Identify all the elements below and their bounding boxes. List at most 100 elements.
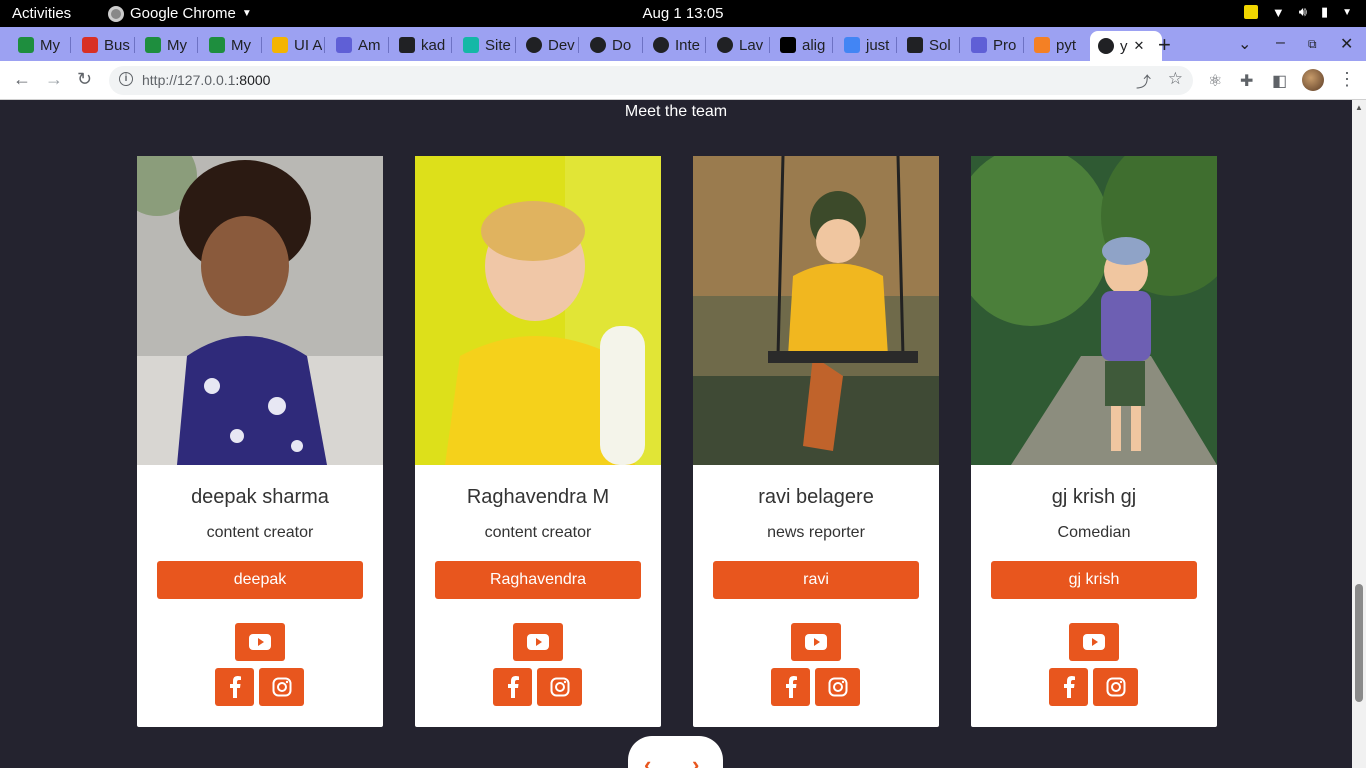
- sticky-notes-icon[interactable]: [1243, 5, 1258, 19]
- facebook-button[interactable]: [215, 668, 254, 706]
- page-scrollbar[interactable]: ▲: [1352, 100, 1366, 768]
- volume-icon: 🔊︎: [1298, 4, 1307, 19]
- member-name: gj krish gj: [1051, 486, 1137, 508]
- profile-avatar[interactable]: [1302, 69, 1324, 91]
- member-button[interactable]: Raghavendra: [435, 561, 641, 599]
- wix-icon: [272, 37, 288, 53]
- browser-tab[interactable]: y ✕: [1090, 31, 1162, 61]
- share-icon[interactable]: ⤴: [1136, 71, 1151, 92]
- tab-label: Site: [485, 36, 511, 54]
- facebook-button[interactable]: [771, 668, 810, 706]
- tab-label: pyt: [1056, 36, 1077, 54]
- facebook-button[interactable]: [1049, 668, 1088, 706]
- browser-tab[interactable]: Sol: [899, 32, 957, 58]
- page-content: Meet the team deepak sharma content crea…: [0, 100, 1352, 768]
- youtube-button[interactable]: [513, 623, 563, 661]
- tab-separator: [959, 37, 960, 53]
- browser-tab[interactable]: alig: [772, 32, 830, 58]
- browser-tab[interactable]: Site: [455, 32, 513, 58]
- close-window-icon[interactable]: ✕: [1340, 34, 1353, 54]
- browser-tab[interactable]: Dev: [518, 32, 576, 58]
- browser-tab[interactable]: Pro: [963, 32, 1021, 58]
- browser-tab[interactable]: just: [836, 32, 894, 58]
- system-top-bar: Activities Google Chrome ▼ Aug 1 13:05 ▼…: [0, 0, 1366, 27]
- youtube-button[interactable]: [235, 623, 285, 661]
- globe-icon: [653, 37, 669, 53]
- photo-boy-hawaiian-shirt: [137, 156, 383, 465]
- tab-label: y: [1120, 37, 1128, 55]
- tab-separator: [324, 37, 325, 53]
- youtube-button[interactable]: [1069, 623, 1119, 661]
- scroll-up-icon[interactable]: ▲: [1355, 103, 1363, 112]
- tab-separator: [1023, 37, 1024, 53]
- minimize-icon[interactable]: –: [1276, 34, 1285, 52]
- browser-tab[interactable]: kad: [391, 32, 449, 58]
- url-port: :8000: [235, 72, 271, 88]
- amplify-icon: [971, 37, 987, 53]
- forward-icon[interactable]: →: [45, 69, 63, 90]
- clock[interactable]: Aug 1 13:05: [0, 5, 1366, 22]
- member-name: Raghavendra M: [466, 486, 610, 508]
- browser-tab[interactable]: Am: [328, 32, 386, 58]
- tab-label: Sol: [929, 36, 951, 54]
- instagram-button[interactable]: [259, 668, 304, 706]
- scrollbar-thumb[interactable]: [1355, 584, 1363, 702]
- tab-label: Bus: [104, 36, 130, 54]
- globe-icon: [1098, 38, 1114, 54]
- facebook-button[interactable]: [493, 668, 532, 706]
- address-bar[interactable]: i http://127.0.0.1:8000 ⤴ ☆: [109, 66, 1193, 95]
- google-drive-icon: [18, 37, 34, 53]
- browser-tab[interactable]: Lav: [709, 32, 767, 58]
- tab-strip: My Bus My My UI A Am kad Site Dev Do Inte Lav alig ju…: [0, 27, 1366, 61]
- new-tab-button[interactable]: +: [1158, 32, 1171, 58]
- puzzle-icon[interactable]: ✚: [1240, 71, 1258, 90]
- instagram-button[interactable]: [815, 668, 860, 706]
- tab-label: alig: [802, 36, 826, 54]
- tab-label: My: [231, 36, 251, 54]
- bookmark-star-icon[interactable]: ☆: [1168, 69, 1183, 89]
- google-drive-icon: [209, 37, 225, 53]
- close-tab-icon[interactable]: ✕: [1134, 38, 1145, 54]
- browser-tab[interactable]: My: [10, 32, 68, 58]
- member-button[interactable]: gj krish: [991, 561, 1197, 599]
- browser-tab[interactable]: UI A: [264, 32, 322, 58]
- tab-separator: [642, 37, 643, 53]
- url-text[interactable]: http://127.0.0.1:8000: [142, 72, 270, 88]
- kebab-menu-icon[interactable]: ⋮: [1338, 69, 1356, 90]
- prev-arrow-icon[interactable]: ‹: [644, 752, 651, 768]
- browser-tab[interactable]: Do: [582, 32, 640, 58]
- instagram-button[interactable]: [537, 668, 582, 706]
- side-panel-icon[interactable]: ◧: [1272, 71, 1290, 90]
- tab-search-icon[interactable]: ⌄: [1238, 34, 1251, 54]
- google-drive-icon: [145, 37, 161, 53]
- member-photo: [693, 156, 939, 465]
- tab-label: just: [866, 36, 890, 54]
- info-icon[interactable]: i: [119, 72, 133, 86]
- member-button[interactable]: ravi: [713, 561, 919, 599]
- section-title: Meet the team: [624, 103, 728, 120]
- browser-tab[interactable]: Inte: [645, 32, 703, 58]
- tab-label: My: [167, 36, 187, 54]
- browser-tab[interactable]: My: [201, 32, 259, 58]
- tab-separator: [578, 37, 579, 53]
- tab-label: Inte: [675, 36, 701, 54]
- restore-icon[interactable]: ⧉: [1308, 37, 1317, 52]
- instagram-button[interactable]: [1093, 668, 1138, 706]
- google-icon: [844, 37, 860, 53]
- system-tray[interactable]: ▼ 🔊︎ ▮ ▼: [1243, 4, 1352, 20]
- extension-icon[interactable]: ⚛: [1208, 71, 1226, 90]
- browser-tab[interactable]: My: [137, 32, 195, 58]
- member-photo: [137, 156, 383, 465]
- youtube-icon: [249, 634, 271, 650]
- reload-icon[interactable]: ↻: [77, 69, 92, 90]
- tray-chevron-icon: ▼: [1342, 6, 1352, 18]
- browser-tab[interactable]: Bus: [74, 32, 132, 58]
- next-arrow-icon[interactable]: ›: [692, 752, 699, 768]
- browser-tab[interactable]: pyt: [1026, 32, 1084, 58]
- member-button[interactable]: deepak: [157, 561, 363, 599]
- tab-label: Pro: [993, 36, 1017, 54]
- back-icon[interactable]: ←: [13, 69, 31, 90]
- team-card: deepak sharma content creator deepak: [137, 156, 383, 727]
- team-card: Raghavendra M content creator Raghavendr…: [415, 156, 661, 727]
- youtube-button[interactable]: [791, 623, 841, 661]
